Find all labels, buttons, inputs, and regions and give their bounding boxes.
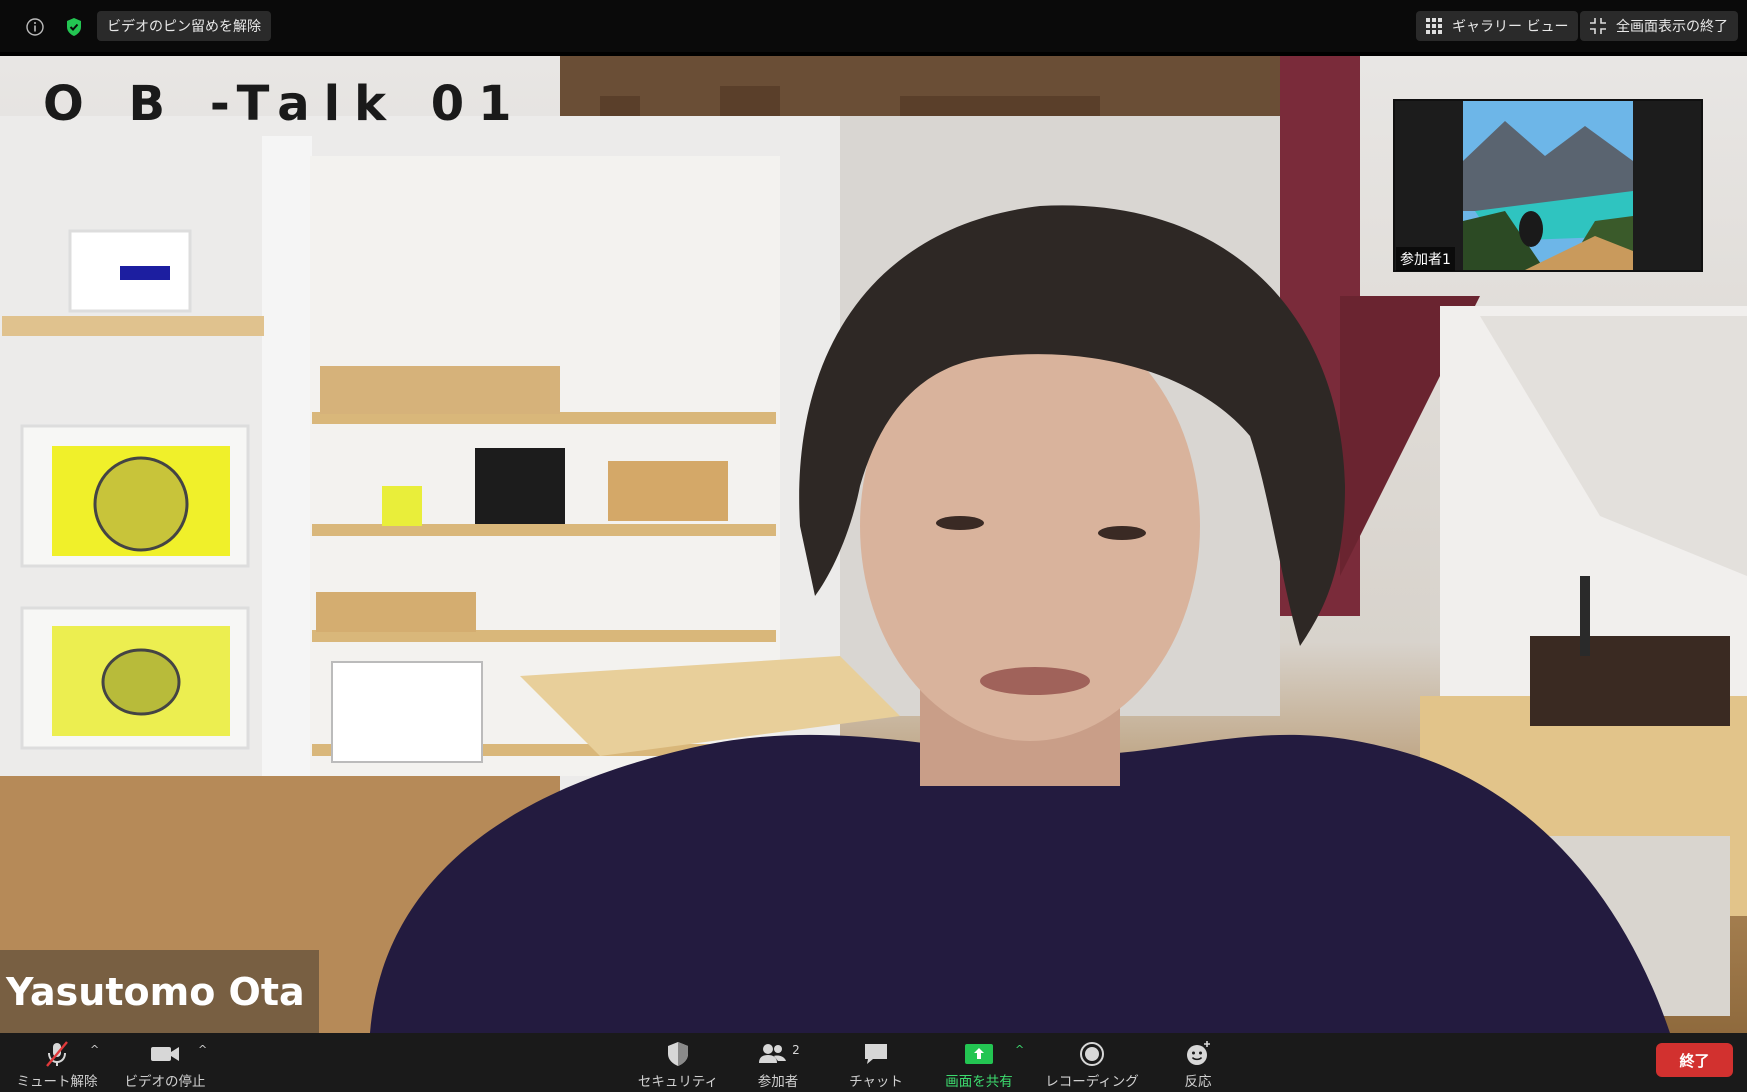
top-bar: ビデオのピン留めを解除 ギャラリー ビュー 全画面表示の終了 — [0, 0, 1747, 52]
grid-icon — [1426, 18, 1442, 34]
share-screen-icon — [965, 1044, 993, 1064]
participants-icon — [759, 1044, 787, 1063]
end-meeting-button[interactable]: 終了 — [1656, 1043, 1733, 1077]
security-button[interactable]: セキュリティ — [635, 1039, 721, 1090]
unmute-label: ミュート解除 — [16, 1074, 98, 1090]
shield-check-icon — [67, 17, 81, 36]
meeting-info-button[interactable] — [20, 10, 50, 43]
speaker-name-tag: Yasutomo Ota — [0, 950, 319, 1033]
unpin-video-button[interactable]: ビデオのピン留めを解除 — [97, 11, 271, 41]
exit-fullscreen-icon — [1590, 18, 1606, 34]
encryption-button[interactable] — [59, 10, 89, 43]
security-label: セキュリティ — [637, 1074, 719, 1090]
unmute-button[interactable]: ミュート解除 — [14, 1039, 100, 1090]
share-options-caret[interactable]: ^ — [1015, 1043, 1024, 1056]
gallery-view-button[interactable]: ギャラリー ビュー — [1416, 11, 1579, 41]
end-meeting-label: 終了 — [1679, 1051, 1710, 1070]
chat-button[interactable]: チャット — [833, 1039, 919, 1090]
microphone-muted-icon — [46, 1041, 68, 1067]
meeting-toolbar: ミュート解除 ^ ビデオの停止 ^ セキュリティ 2 参加者 チャット 画面を共… — [0, 1033, 1747, 1092]
stop-video-button[interactable]: ビデオの停止 — [122, 1039, 208, 1090]
participants-button[interactable]: 2 参加者 — [735, 1039, 821, 1090]
participants-count: 2 — [792, 1043, 800, 1057]
exit-fullscreen-button[interactable]: 全画面表示の終了 — [1580, 11, 1738, 41]
share-screen-button[interactable]: 画面を共有 — [936, 1039, 1022, 1090]
exit-fullscreen-label: 全画面表示の終了 — [1616, 19, 1728, 35]
shield-icon — [668, 1042, 688, 1066]
thumbnail-participant-name: 参加者1 — [1400, 252, 1451, 268]
unpin-video-label: ビデオのピン留めを解除 — [107, 19, 261, 35]
share-screen-label: 画面を共有 — [945, 1074, 1013, 1090]
chat-bubble-icon — [865, 1044, 887, 1064]
gallery-view-label: ギャラリー ビュー — [1452, 19, 1569, 35]
info-icon — [26, 17, 44, 36]
chat-label: チャット — [849, 1074, 903, 1090]
reactions-button[interactable]: 反応 — [1160, 1039, 1236, 1090]
reactions-label: 反応 — [1184, 1074, 1212, 1090]
audio-options-caret[interactable]: ^ — [90, 1043, 99, 1056]
video-options-caret[interactable]: ^ — [198, 1043, 207, 1056]
stop-video-label: ビデオの停止 — [124, 1074, 206, 1090]
record-label: レコーディング — [1045, 1074, 1139, 1090]
speaker-name: Yasutomo Ota — [6, 969, 305, 1014]
thumbnail-name-tag: 参加者1 — [1396, 247, 1455, 271]
record-icon — [1080, 1042, 1104, 1066]
video-camera-icon — [151, 1047, 179, 1061]
smiley-icon — [1187, 1041, 1210, 1065]
thumbnail-video — [1395, 101, 1701, 270]
overlay-title: O B -Talk 01 — [43, 76, 526, 132]
record-button[interactable]: レコーディング — [1042, 1039, 1142, 1090]
participants-label: 参加者 — [757, 1074, 799, 1090]
